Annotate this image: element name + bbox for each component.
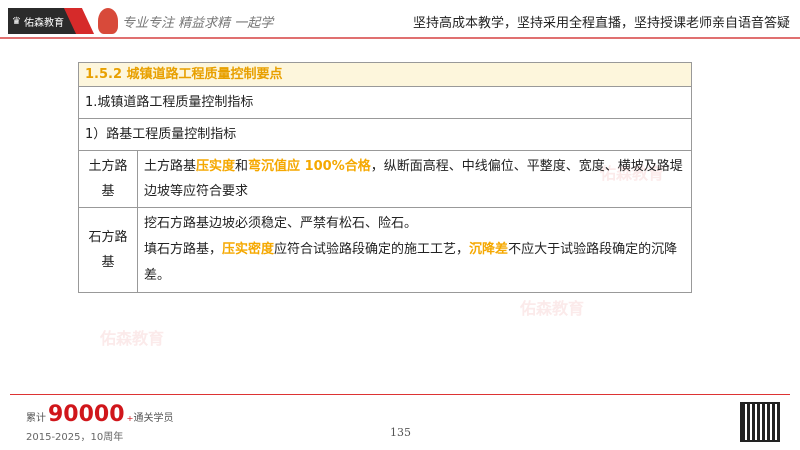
table-row: 1.城镇道路工程质量控制指标 (78, 86, 692, 119)
quality-control-table: 1.5.2 城镇道路工程质量控制要点 1.城镇道路工程质量控制指标 1）路基工程… (78, 62, 692, 293)
footer-divider (10, 394, 790, 395)
row-content: 土方路基压实度和弯沉值应 100%合格，纵断面高程、中线偏位、平整度、宽度、横坡… (137, 150, 692, 208)
student-count: 累计 90000 + 通关学员 (26, 402, 174, 427)
mascot-icon (98, 8, 118, 34)
watermark: 佑森教育 (100, 329, 165, 348)
watermark: 佑森教育 (520, 299, 585, 318)
row-content: 挖石方路基边坡必须稳定、严禁有松石、险石。 填石方路基，压实密度应符合试验路段确定… (137, 207, 692, 293)
qr-code-icon (740, 402, 780, 442)
row-label: 土方路基 (78, 150, 138, 208)
table-title: 1.5.2 城镇道路工程质量控制要点 (78, 62, 692, 87)
table-row: 石方路基 挖石方路基边坡必须稳定、严禁有松石、险石。 填石方路基，压实密度应符合试… (78, 207, 692, 293)
table-row: 土方路基 土方路基压实度和弯沉值应 100%合格，纵断面高程、中线偏位、平整度、… (78, 150, 692, 208)
script-slogan: 专业专注 精益求精 一起学 (122, 16, 274, 31)
logo-icon: ♛ (12, 15, 21, 27)
table-row: 1）路基工程质量控制指标 (78, 118, 692, 151)
anniversary: 2015-2025，10周年 (26, 432, 124, 443)
header-divider (0, 37, 800, 39)
tagline: 坚持高成本教学，坚持采用全程直播，坚持授课老师亲自语音答疑 (412, 16, 790, 31)
row-label: 石方路基 (78, 207, 138, 293)
page-number: 135 (390, 426, 411, 439)
